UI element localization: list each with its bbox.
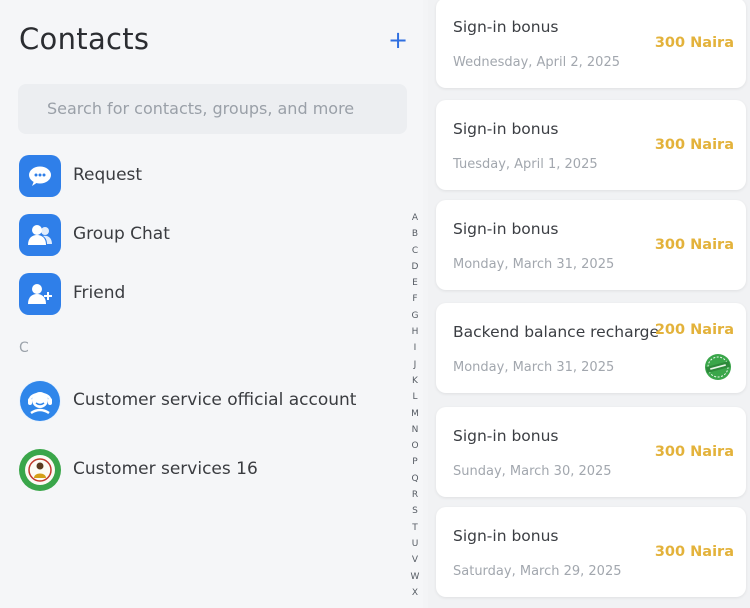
transaction-title: Sign-in bonus: [453, 427, 559, 445]
transaction-amount: 300 Naira: [654, 237, 734, 253]
alphabet-letter[interactable]: E: [409, 275, 421, 291]
support-agent-icon: [19, 380, 61, 422]
alphabet-letter[interactable]: W: [409, 569, 421, 585]
contact-customer-service-official[interactable]: Customer service official account: [19, 380, 409, 422]
plus-icon: +: [387, 26, 409, 54]
transaction-date: Tuesday, April 1, 2025: [453, 157, 598, 172]
chat-bubble-icon: [19, 155, 61, 197]
group-icon: [19, 214, 61, 256]
transaction-title: Sign-in bonus: [453, 527, 559, 545]
transaction-title: Sign-in bonus: [453, 18, 559, 36]
alphabet-letter[interactable]: U: [409, 536, 421, 552]
alphabet-index[interactable]: A B C D E F G H I J K L M N O P Q R S T …: [409, 210, 421, 601]
alphabet-letter[interactable]: O: [409, 438, 421, 454]
contact-customer-services-16[interactable]: Customer services 16: [19, 449, 409, 491]
alphabet-letter[interactable]: J: [409, 357, 421, 373]
search-input[interactable]: Search for contacts, groups, and more: [18, 84, 407, 134]
search-placeholder: Search for contacts, groups, and more: [47, 99, 355, 118]
transaction-title: Sign-in bonus: [453, 120, 559, 138]
alphabet-letter[interactable]: P: [409, 454, 421, 470]
transaction-card[interactable]: Sign-in bonus Monday, March 31, 2025 300…: [436, 200, 746, 290]
alphabet-letter[interactable]: S: [409, 503, 421, 519]
alphabet-letter[interactable]: Q: [409, 471, 421, 487]
alphabet-letter[interactable]: C: [409, 243, 421, 259]
add-friend-icon: [19, 273, 61, 315]
contact-label: Customer service official account: [73, 390, 357, 410]
transaction-title: Backend balance recharge: [453, 323, 660, 341]
alphabet-letter[interactable]: K: [409, 373, 421, 389]
alphabet-letter[interactable]: R: [409, 487, 421, 503]
alphabet-letter[interactable]: A: [409, 210, 421, 226]
transaction-date: Wednesday, April 2, 2025: [453, 55, 620, 70]
transaction-date: Saturday, March 29, 2025: [453, 564, 622, 579]
alphabet-letter[interactable]: V: [409, 552, 421, 568]
transaction-title: Sign-in bonus: [453, 220, 559, 238]
customer-avatar: [19, 449, 61, 491]
contact-item-request[interactable]: Request: [19, 155, 409, 197]
transaction-amount: 300 Naira: [654, 444, 734, 460]
transaction-amount: 300 Naira: [654, 544, 734, 560]
transaction-date: Sunday, March 30, 2025: [453, 464, 612, 479]
transaction-date: Monday, March 31, 2025: [453, 257, 615, 272]
contact-item-group-chat[interactable]: Group Chat: [19, 214, 409, 256]
page-title: Contacts: [19, 22, 150, 56]
alphabet-letter[interactable]: D: [409, 259, 421, 275]
transaction-date: Monday, March 31, 2025: [453, 360, 615, 375]
alphabet-letter[interactable]: X: [409, 585, 421, 601]
approved-stamp-icon: [704, 353, 732, 381]
contact-item-label: Request: [73, 165, 143, 185]
contact-item-label: Friend: [73, 283, 126, 303]
transaction-card[interactable]: Backend balance recharge Monday, March 3…: [436, 303, 746, 393]
alphabet-letter[interactable]: G: [409, 308, 421, 324]
transaction-card[interactable]: Sign-in bonus Sunday, March 30, 2025 300…: [436, 407, 746, 497]
transaction-card[interactable]: Sign-in bonus Tuesday, April 1, 2025 300…: [436, 100, 746, 190]
transaction-amount: 200 Naira: [654, 322, 734, 338]
transaction-amount: 300 Naira: [654, 137, 734, 153]
add-contact-button[interactable]: +: [386, 26, 410, 54]
alphabet-letter[interactable]: B: [409, 226, 421, 242]
alphabet-letter[interactable]: T: [409, 520, 421, 536]
transactions-panel: Sign-in bonus Wednesday, April 2, 2025 3…: [428, 0, 750, 608]
alphabet-letter[interactable]: F: [409, 291, 421, 307]
transaction-amount: 300 Naira: [654, 35, 734, 51]
section-header: C: [19, 340, 29, 356]
alphabet-letter[interactable]: H: [409, 324, 421, 340]
contacts-panel: Contacts + Search for contacts, groups, …: [0, 0, 423, 608]
alphabet-letter[interactable]: I: [409, 340, 421, 356]
alphabet-letter[interactable]: M: [409, 406, 421, 422]
alphabet-letter[interactable]: L: [409, 389, 421, 405]
alphabet-letter[interactable]: N: [409, 422, 421, 438]
transaction-card[interactable]: Sign-in bonus Wednesday, April 2, 2025 3…: [436, 0, 746, 88]
transaction-card[interactable]: Sign-in bonus Saturday, March 29, 2025 3…: [436, 507, 746, 597]
contact-item-label: Group Chat: [73, 224, 170, 244]
contact-item-friend[interactable]: Friend: [19, 273, 409, 315]
contact-label: Customer services 16: [73, 459, 258, 479]
